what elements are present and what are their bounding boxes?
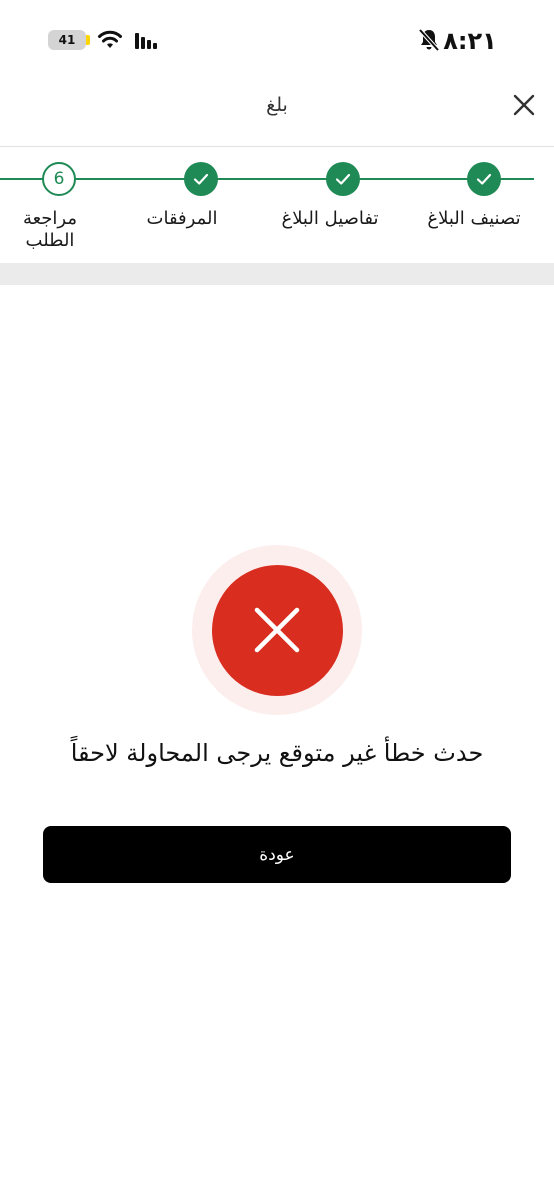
wifi-icon [98, 30, 122, 48]
check-icon [193, 173, 209, 185]
step-number: 6 [53, 169, 65, 189]
check-icon [335, 173, 351, 185]
app-header: بلغ [0, 80, 554, 147]
page-title: بلغ [266, 94, 288, 116]
status-time: ٨:٢١ [443, 27, 497, 55]
progress-stepper: تصنيف البلاغ تفاصيل البلاغ المرفقات 6 مر… [0, 148, 554, 263]
close-button[interactable] [505, 86, 543, 124]
step-4-label: مراجعة الطلب [22, 208, 78, 251]
step-1-label: تصنيف البلاغ [427, 208, 521, 229]
step-2-complete [326, 162, 360, 196]
battery-level: 41 [58, 33, 76, 47]
error-message: حدث خطأ غير متوقع يرجى المحاولة لاحقاً [70, 739, 484, 767]
close-icon [254, 607, 300, 653]
cellular-signal-icon [135, 33, 157, 49]
step-6-current: 6 [42, 162, 76, 196]
stepper-line [0, 178, 534, 180]
check-icon [476, 173, 492, 185]
error-icon-halo [192, 545, 362, 715]
section-divider [0, 263, 554, 285]
back-button[interactable]: عودة [43, 826, 511, 883]
screen: 41 ٨:٢١ بلغ تصنيف البلاغ تفاصيل البلاغ ا… [0, 0, 554, 1200]
error-icon [211, 564, 343, 696]
step-3-label: المرفقات [146, 208, 218, 229]
step-1-complete [467, 162, 501, 196]
battery-cap [86, 35, 90, 45]
battery-icon: 41 [48, 30, 86, 50]
close-icon [513, 94, 535, 116]
bell-muted-icon [418, 28, 440, 52]
step-2-label: تفاصيل البلاغ [281, 208, 379, 229]
status-bar: 41 ٨:٢١ [0, 0, 554, 80]
step-3-complete [184, 162, 218, 196]
